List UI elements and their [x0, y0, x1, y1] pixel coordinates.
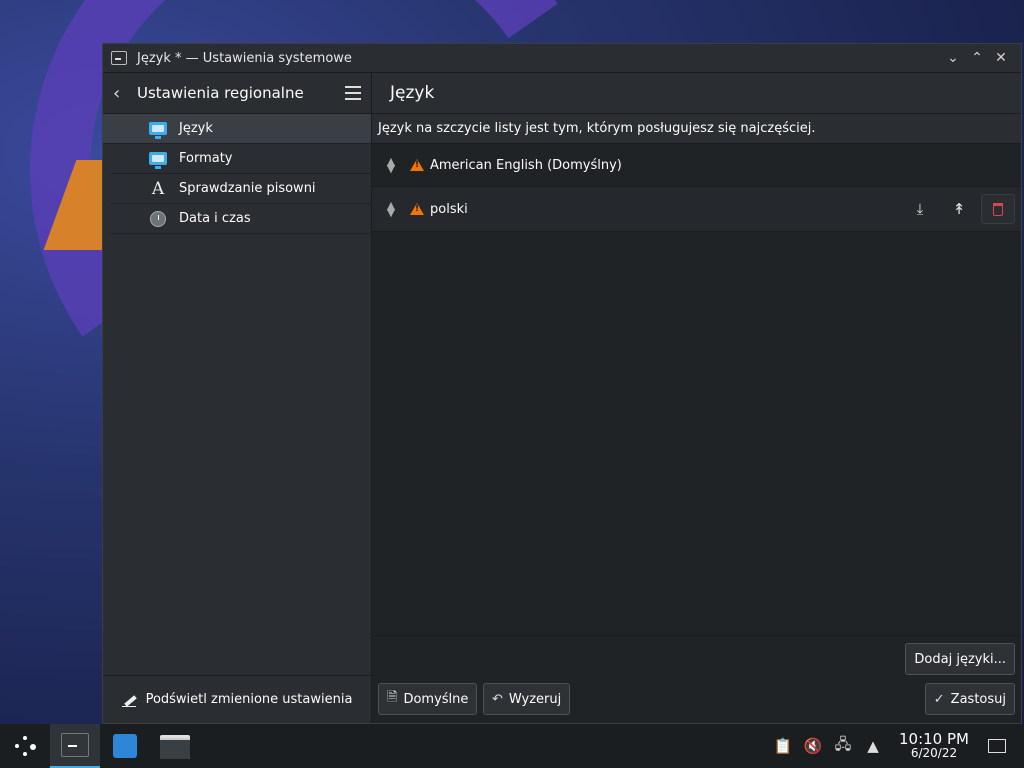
folder-icon [160, 735, 190, 759]
language-row[interactable]: ▲▼ polski ⤓ ↟ [372, 187, 1021, 232]
add-languages-button[interactable]: Dodaj języki... [905, 643, 1015, 675]
clock-date: 6/20/22 [910, 746, 958, 760]
sidebar-item-label: Formaty [179, 151, 233, 166]
apply-button[interactable]: ✓ Zastosuj [924, 683, 1015, 715]
close-icon[interactable]: ✕ [989, 50, 1013, 66]
maximize-icon[interactable]: ⌃ [965, 50, 989, 66]
language-name: polski [430, 201, 468, 217]
language-description: Język na szczycie listy jest tym, którym… [372, 114, 1021, 144]
sidebar-item-jezyk[interactable]: Język [103, 114, 371, 144]
clipboard-icon[interactable]: 📋 [768, 737, 798, 755]
sidebar-item-formaty[interactable]: Formaty [111, 144, 371, 174]
add-languages-label: Dodaj języki... [914, 651, 1006, 667]
window-titlebar[interactable]: Język * — Ustawienia systemowe ⌄ ⌃ ✕ [103, 44, 1021, 73]
defaults-label: Domyślne [403, 691, 469, 707]
sidebar-item-label: Data i czas [179, 211, 251, 226]
terminal-app-icon [111, 51, 127, 65]
minimize-icon[interactable]: ⌄ [941, 50, 965, 66]
taskbar: 📋 🔇 🖧 ▲ 10:10 PM 6/20/22 [0, 724, 1024, 768]
show-desktop-icon[interactable] [988, 739, 1006, 753]
pencil-icon [121, 693, 138, 707]
reset-label: Wyzeruj [508, 691, 562, 707]
terminal-icon [61, 733, 89, 757]
checkmark-icon: ✓ [933, 691, 945, 707]
language-row[interactable]: ▲▼ American English (Domyślny) [372, 144, 1021, 187]
system-tray: 📋 🔇 🖧 ▲ 10:10 PM 6/20/22 [768, 724, 1024, 768]
window-title: Język * — Ustawienia systemowe [137, 50, 352, 66]
letter-a-icon: A [151, 178, 165, 199]
reset-button[interactable]: ↶ Wyzeruj [483, 683, 571, 715]
sidebar-title: Ustawienia regionalne [137, 84, 304, 102]
warning-icon [410, 159, 424, 171]
expand-tray-icon[interactable]: ▲ [858, 737, 888, 755]
undo-icon: ↶ [492, 691, 503, 707]
application-launcher[interactable] [0, 724, 50, 768]
delete-icon[interactable] [981, 194, 1015, 224]
taskbar-discover[interactable] [100, 724, 150, 768]
language-name: American English (Domyślny) [430, 157, 622, 173]
apply-label: Zastosuj [950, 691, 1006, 707]
digital-clock[interactable]: 10:10 PM 6/20/22 [888, 730, 980, 761]
monitor-flag-icon [149, 151, 167, 169]
store-bag-icon [113, 734, 137, 758]
main-footer: Dodaj języki... 🗎 Domyślne ↶ Wyzeruj ✓ Z… [372, 635, 1021, 723]
defaults-button[interactable]: 🗎 Domyślne [378, 683, 478, 715]
sidebar-item-label: Sprawdzanie pisowni [179, 181, 316, 196]
hamburger-menu-icon[interactable] [345, 86, 361, 100]
sidebar-header: ‹ Ustawienia regionalne [103, 73, 371, 114]
clock-icon [149, 210, 167, 227]
kde-logo-icon [13, 734, 37, 758]
highlight-changed-label: Podświetl zmienione ustawienia [145, 692, 353, 707]
network-icon[interactable]: 🖧 [828, 734, 858, 759]
monitor-flag-icon [149, 121, 167, 139]
sidebar-item-spellcheck[interactable]: A Sprawdzanie pisowni [111, 174, 371, 204]
sidebar: ‹ Ustawienia regionalne Język Formaty A … [103, 73, 372, 723]
page-title: Język [372, 73, 1021, 114]
sidebar-item-label: Język [179, 121, 213, 136]
drag-handle-icon[interactable]: ▲ ▼ [384, 200, 398, 218]
clock-time: 10:10 PM [899, 730, 969, 748]
taskbar-file-manager[interactable] [150, 724, 200, 768]
back-arrow-icon[interactable]: ‹ [113, 83, 133, 104]
move-down-icon[interactable]: ⤓ [903, 194, 937, 224]
highlight-changed-button[interactable]: Podświetl zmienione ustawienia [103, 675, 371, 723]
taskbar-terminal[interactable] [50, 724, 100, 768]
volume-muted-icon[interactable]: 🔇 [798, 737, 828, 755]
move-to-top-icon[interactable]: ↟ [942, 194, 976, 224]
system-settings-window: Język * — Ustawienia systemowe ⌄ ⌃ ✕ ‹ U… [102, 43, 1022, 724]
main-panel: Język Język na szczycie listy jest tym, … [372, 73, 1021, 723]
drag-handle-icon[interactable]: ▲ ▼ [384, 156, 398, 174]
document-icon: 🗎 [387, 690, 398, 705]
sidebar-item-date-time[interactable]: Data i czas [111, 204, 371, 234]
warning-icon [410, 203, 424, 215]
